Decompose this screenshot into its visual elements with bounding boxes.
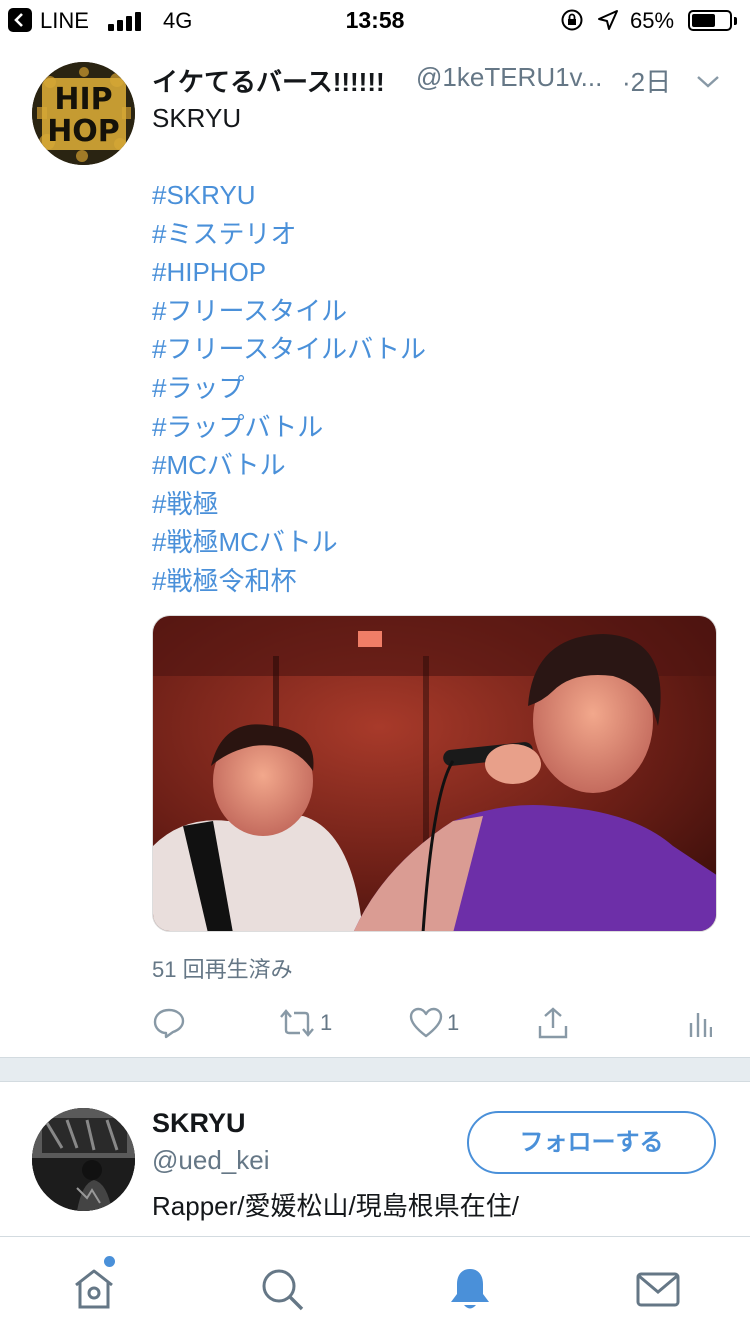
analytics-button[interactable] [688,1000,712,1046]
home-icon [75,1269,113,1309]
follow-button[interactable]: フォローする [467,1111,716,1174]
tab-home[interactable] [70,1265,118,1313]
tweet-text: SKRYU [152,103,242,133]
user-avatar[interactable] [32,1108,135,1211]
view-count: 51 回再生済み [152,957,293,982]
hiphop-logo-icon: HIP HOP [32,62,135,165]
analytics-icon [689,1013,712,1037]
tab-search[interactable] [258,1265,306,1313]
user-bio: Rapper/愛媛松山/現島根県在住/ [152,1191,519,1221]
like-button[interactable]: 1 [409,1000,459,1046]
bottom-tab-bar [0,1236,750,1334]
hashtag-link[interactable]: #HIPHOP [152,255,426,294]
hashtag-link[interactable]: #戦極MCバトル [152,525,426,564]
status-bar: LINE 4G 13:58 65% [0,0,750,40]
logo-text-bottom: HOP [47,114,120,149]
user-avatar-image [32,1108,135,1211]
battery-percent: 65% [630,8,675,33]
battery-icon [688,10,732,31]
search-icon [262,1269,304,1311]
hashtag-list: #SKRYU #ミステリオ #HIPHOP #フリースタイル #フリースタイルバ… [152,178,426,603]
hashtag-link[interactable]: #ラップ [152,371,426,410]
tweet-time: ·2日 [622,67,672,97]
tab-notifications[interactable] [446,1265,494,1313]
user-name[interactable]: SKRYU [152,1108,246,1139]
battery-level-fill [692,14,715,27]
hashtag-link[interactable]: #戦極令和杯 [152,564,426,603]
orientation-lock-icon [560,8,584,38]
hashtag-link[interactable]: #SKRYU [152,178,426,217]
share-button[interactable] [536,1000,570,1046]
location-icon [597,9,619,37]
heart-icon [409,1007,443,1038]
author-avatar[interactable]: HIP HOP [32,62,135,165]
retweet-icon [280,1009,314,1037]
video-player[interactable] [152,615,717,932]
notifications-icon [451,1269,489,1309]
chevron-down-icon[interactable] [696,66,720,97]
messages-icon [636,1272,680,1307]
hashtag-link[interactable]: #フリースタイルバトル [152,332,426,371]
reply-button[interactable] [152,1000,186,1046]
like-count: 1 [447,1010,460,1035]
user-handle[interactable]: @ued_kei [152,1145,269,1176]
hashtag-link[interactable]: #ミステリオ [152,217,426,256]
section-divider [0,1057,750,1082]
retweet-count: 1 [320,1010,333,1035]
video-thumbnail [153,616,716,931]
reply-icon [153,1008,185,1039]
share-icon [538,1007,568,1039]
battery-cap [734,17,737,25]
hashtag-link[interactable]: #フリースタイル [152,294,426,333]
home-notification-dot [104,1256,115,1267]
logo-text-top: HIP [54,82,112,117]
tweet-actions: 1 1 [0,1000,750,1046]
retweet-button[interactable]: 1 [278,1000,332,1046]
author-handle[interactable]: @1keTERU1v... [416,62,616,93]
tab-messages[interactable] [634,1265,682,1313]
hashtag-link[interactable]: #戦極 [152,487,426,526]
author-name[interactable]: イケてるバース!!!!!! [152,62,385,99]
tweet-header: イケてるバース!!!!!! @1keTERU1v... ·2日 [152,62,719,99]
hashtag-link[interactable]: #MCバトル [152,448,426,487]
hashtag-link[interactable]: #ラップバトル [152,410,426,449]
